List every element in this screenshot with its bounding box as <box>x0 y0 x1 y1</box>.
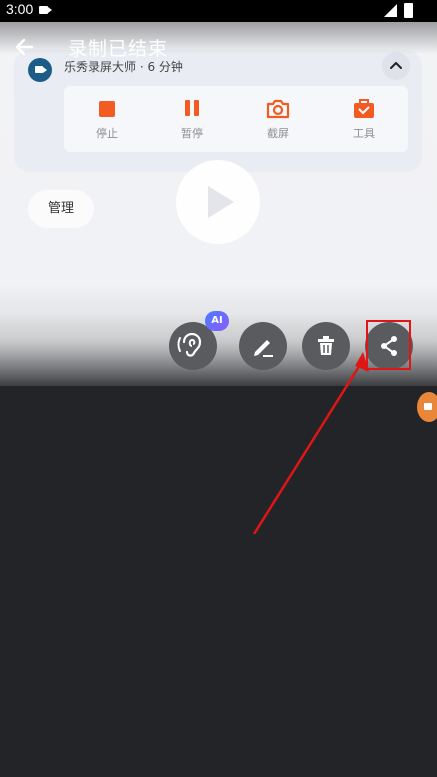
camera-icon <box>266 98 290 120</box>
status-bar: 3:00 <box>0 0 437 22</box>
chevron-up-icon <box>390 62 402 69</box>
battery-icon <box>404 3 413 18</box>
play-button[interactable] <box>176 160 260 244</box>
back-button[interactable] <box>12 34 38 60</box>
delete-icon <box>318 336 334 355</box>
screenshot-button[interactable]: 截屏 <box>248 98 308 148</box>
pause-icon <box>181 98 203 120</box>
pause-button[interactable]: 暂停 <box>162 98 222 148</box>
tools-label: 工具 <box>353 127 375 140</box>
screenshot-label: 截屏 <box>267 127 289 140</box>
stop-label: 停止 <box>96 127 118 140</box>
screen-record-indicator-icon <box>39 6 52 14</box>
collapse-button[interactable] <box>382 52 410 80</box>
floating-recorder-ball[interactable] <box>417 392 437 422</box>
delete-button[interactable] <box>302 322 350 370</box>
pause-label: 暂停 <box>181 127 203 140</box>
recording-tools-panel: 停止 暂停 截屏 工具 <box>64 86 408 152</box>
recording-card: 乐秀录屏大师 · 6 分钟 停止 暂停 截屏 工具 <box>14 50 422 172</box>
stop-button[interactable]: 停止 <box>77 98 137 148</box>
ai-badge: AI <box>205 311 229 331</box>
page-title: 录制已结束 <box>68 38 169 60</box>
share-highlight-box <box>366 320 411 370</box>
stop-icon <box>96 98 118 120</box>
arrow-left-icon <box>15 38 34 56</box>
signal-icon <box>384 4 397 17</box>
app-logo <box>28 58 52 82</box>
toolbox-icon <box>353 98 375 120</box>
edit-icon <box>254 340 273 357</box>
manage-button[interactable]: 管理 <box>28 190 94 228</box>
status-time: 3:00 <box>6 1 34 17</box>
edit-button[interactable] <box>239 322 287 370</box>
tools-button[interactable]: 工具 <box>334 98 394 148</box>
